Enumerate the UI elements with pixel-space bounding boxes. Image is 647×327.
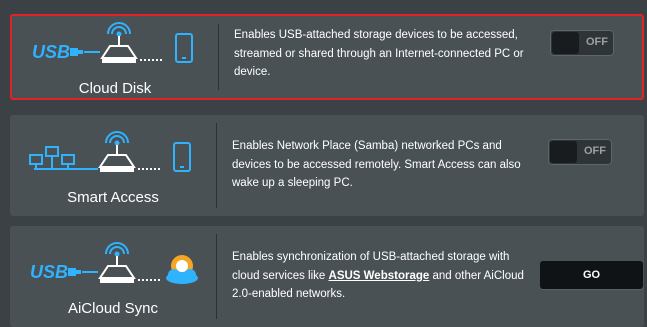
toggle-knob xyxy=(550,141,577,163)
usb-icon: USB xyxy=(32,42,83,62)
aicloud-sync-panel: USB AiCloud Sync Enables synchronization… xyxy=(10,226,644,327)
cloud-disk-svg: USB xyxy=(32,22,193,63)
svg-text:USB: USB xyxy=(30,262,68,282)
smart-access-title: Smart Access xyxy=(67,189,159,206)
panel-divider xyxy=(216,234,217,319)
aicloud-sync-svg: USB xyxy=(30,242,198,284)
cloud-disk-illustration: USB xyxy=(18,20,208,72)
router-icon xyxy=(98,131,136,172)
router-icon xyxy=(100,22,138,63)
phone-icon xyxy=(175,33,193,63)
cloud-disk-panel: USB Cloud Disk Enables USB-attached stor… xyxy=(10,14,644,100)
panel-divider xyxy=(216,123,217,208)
cloud-disk-description: Enables USB-attached storage devices to … xyxy=(234,29,524,78)
aicloud-sync-description: Enables synchronization of USB-attached … xyxy=(232,248,528,304)
usb-icon: USB xyxy=(30,262,81,282)
cloud-disk-toggle[interactable]: OFF xyxy=(550,30,614,56)
toggle-state-label: OFF xyxy=(586,36,608,48)
panel-divider xyxy=(218,24,219,90)
aicloud-sync-illustration: USB xyxy=(16,240,206,292)
go-button[interactable]: GO xyxy=(540,261,643,289)
aicloud-sync-title: AiCloud Sync xyxy=(67,300,159,317)
router-icon xyxy=(98,242,136,283)
toggle-state-label: OFF xyxy=(584,145,606,157)
smart-access-toggle[interactable]: OFF xyxy=(548,139,612,165)
smart-access-illustration xyxy=(16,129,206,181)
cloud-disk-title: Cloud Disk xyxy=(78,80,152,97)
cloud-sync-icon xyxy=(166,255,198,284)
svg-text:USB: USB xyxy=(32,42,70,62)
network-pcs-icon xyxy=(29,146,78,170)
smart-access-panel: Smart Access Enables Network Place (Samb… xyxy=(10,115,644,216)
asus-webstorage-link[interactable]: ASUS Webstorage xyxy=(329,270,430,282)
smart-access-description: Enables Network Place (Samba) networked … xyxy=(232,140,521,189)
phone-icon xyxy=(173,142,191,172)
toggle-knob xyxy=(552,32,579,54)
smart-access-svg xyxy=(29,131,191,172)
